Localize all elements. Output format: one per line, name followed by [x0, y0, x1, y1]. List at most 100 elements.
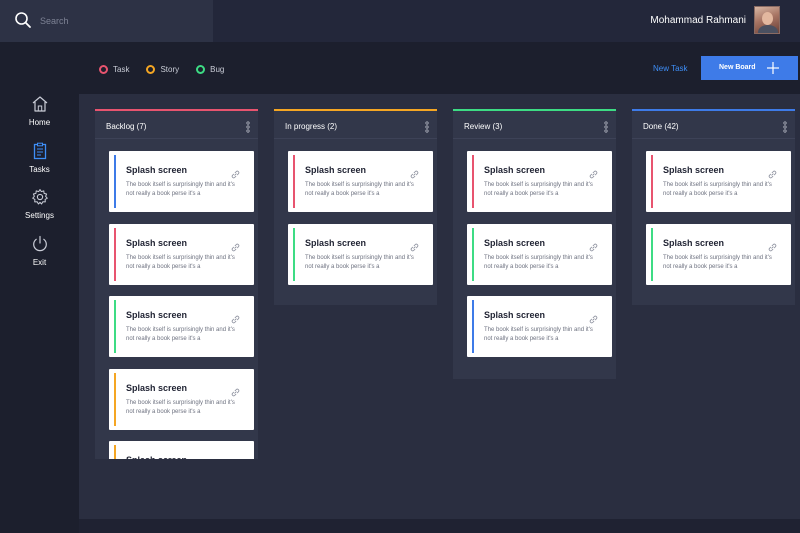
link-icon[interactable] — [231, 311, 240, 324]
card-title: Splash screen — [126, 310, 188, 320]
new-board-label: New Board — [719, 64, 756, 71]
board-column-review: Review (3) Splash screen The book itself i… — [453, 109, 616, 379]
task-dot-icon — [99, 65, 108, 74]
task-card[interactable]: Splash screen The book itself is surprisi… — [646, 151, 791, 212]
search-input[interactable] — [40, 12, 200, 30]
card-title: Splash screen — [305, 165, 367, 175]
task-card[interactable]: Splash screenThe book itself is surprisi… — [288, 223, 433, 285]
card-type-bar — [114, 372, 116, 426]
board-column-in-progress: In progress (2) Splash screen The book its… — [274, 109, 437, 305]
card-type-bar — [472, 155, 474, 208]
more-options-icon[interactable] — [246, 120, 250, 133]
card-description: The book itself is surprisingly thin and… — [126, 182, 235, 197]
card-title: Splash screen — [305, 237, 367, 248]
sidebar-item-tasks[interactable]: Tasks — [0, 142, 79, 182]
column-header: In progress (2) — [274, 109, 437, 139]
column-title: Review (3) — [464, 122, 503, 131]
legend-item-task[interactable]: Task — [99, 65, 129, 74]
card-type-bar — [651, 155, 653, 208]
sidebar: Home Tasks Settings Exit — [0, 42, 79, 533]
more-options-icon[interactable] — [604, 120, 608, 133]
card-title: Splash screen — [663, 237, 725, 248]
task-card[interactable]: Splash screenThe book itself is surprisi… — [109, 441, 254, 459]
new-board-button[interactable]: New Board — [701, 56, 798, 80]
card-description: The book itself is surprisingly thin and… — [126, 327, 235, 342]
column-title: Done (42) — [643, 122, 679, 131]
more-options-icon[interactable] — [425, 120, 429, 133]
more-options-icon[interactable] — [783, 120, 787, 133]
avatar[interactable] — [754, 6, 780, 34]
story-dot-icon — [146, 65, 156, 74]
task-card[interactable]: Splash screenThe book itself is surprisi… — [467, 296, 612, 357]
card-type-bar — [114, 300, 116, 353]
link-icon[interactable] — [768, 239, 777, 251]
card-description: The book itself is surprisingly thin and… — [663, 182, 772, 197]
card-type-bar — [114, 155, 116, 208]
card-list[interactable]: Splash screen The book itself is surprisi… — [109, 151, 254, 459]
link-icon[interactable] — [410, 166, 419, 179]
card-type-bar — [114, 445, 116, 459]
task-card[interactable]: Splash screen The book itself is surprisi… — [467, 223, 612, 285]
power-icon — [32, 235, 47, 252]
legend-item-bug[interactable]: Bug — [196, 65, 224, 74]
card-title: Splash screen — [484, 310, 546, 320]
link-icon[interactable] — [410, 239, 419, 251]
board-column-backlog: Backlog (7) Splash screen The book itself … — [95, 109, 258, 459]
link-icon[interactable] — [768, 166, 777, 179]
card-list[interactable]: Splash screen The book itself is surprisi… — [288, 151, 433, 305]
bug-dot-icon — [196, 65, 206, 74]
card-list[interactable]: Splash screen The book itself is surprisi… — [467, 151, 612, 379]
link-icon[interactable] — [589, 166, 598, 179]
gear-icon — [31, 189, 48, 205]
task-card[interactable]: Splash screenThe book itself is surprisi… — [109, 223, 254, 285]
task-card[interactable]: Splash screenThe book itself is surprisi… — [109, 368, 254, 430]
home-icon — [32, 96, 47, 112]
task-card[interactable]: Splash screen The book itself is surprisi… — [109, 296, 254, 357]
sidebar-item-settings[interactable]: Settings — [0, 188, 79, 228]
card-description: The book itself is surprisingly thin and… — [126, 399, 235, 415]
link-icon[interactable] — [589, 239, 598, 251]
link-icon[interactable] — [231, 239, 240, 251]
search-icon[interactable] — [14, 11, 32, 29]
user-menu[interactable]: Mohammad Rahmani — [650, 5, 780, 35]
clipboard-icon — [33, 142, 46, 160]
card-description: The book itself is surprisingly thin and… — [663, 254, 772, 270]
top-bar: Mohammad Rahmani — [0, 0, 800, 42]
card-type-bar — [651, 227, 653, 281]
card-title: Splash screen — [663, 165, 725, 175]
card-title: Splash screen — [484, 237, 546, 248]
search-box[interactable] — [0, 0, 213, 42]
task-card[interactable]: Splash screen The book itself is surprisi… — [646, 223, 791, 285]
legend-label: Bug — [210, 65, 225, 74]
sidebar-item-label: Home — [28, 118, 51, 127]
task-card[interactable]: Splash screenThe book itself is surprisi… — [288, 151, 433, 212]
link-icon[interactable] — [231, 166, 240, 179]
sidebar-item-exit[interactable]: Exit — [0, 235, 79, 275]
sidebar-item-label: Tasks — [29, 165, 50, 174]
board-column-done: Done (42) Splash screen The book itself is… — [632, 109, 795, 305]
card-list[interactable]: Splash screen The book itself is surprisi… — [646, 151, 791, 305]
plus-icon — [767, 62, 779, 74]
column-header: Review (3) — [453, 109, 616, 139]
new-task-button[interactable]: New Task — [653, 64, 688, 73]
link-icon[interactable] — [231, 456, 240, 459]
sidebar-item-label: Settings — [25, 211, 54, 220]
sidebar-item-label: Exit — [32, 258, 47, 267]
column-title: Backlog (7) — [106, 122, 147, 131]
task-card[interactable]: Splash screen The book itself is surprisi… — [109, 151, 254, 212]
card-type-bar — [472, 227, 474, 281]
legend: Task Story Bug — [99, 65, 224, 74]
card-type-bar — [114, 227, 116, 281]
link-icon[interactable] — [231, 384, 240, 396]
card-title: Splash screen — [126, 165, 188, 175]
task-card[interactable]: Splash screenThe book itself is surprisi… — [467, 151, 612, 212]
link-icon[interactable] — [589, 311, 598, 324]
sidebar-item-home[interactable]: Home — [0, 95, 79, 135]
card-type-bar — [472, 300, 474, 353]
legend-item-story[interactable]: Story — [146, 65, 179, 74]
card-type-bar — [293, 227, 295, 281]
card-title: Splash screen — [126, 455, 187, 459]
card-type-bar — [293, 155, 295, 208]
kanban-board: Backlog (7) Splash screen The book itself … — [79, 94, 800, 519]
card-description: The book itself is surprisingly thin and… — [484, 254, 593, 270]
